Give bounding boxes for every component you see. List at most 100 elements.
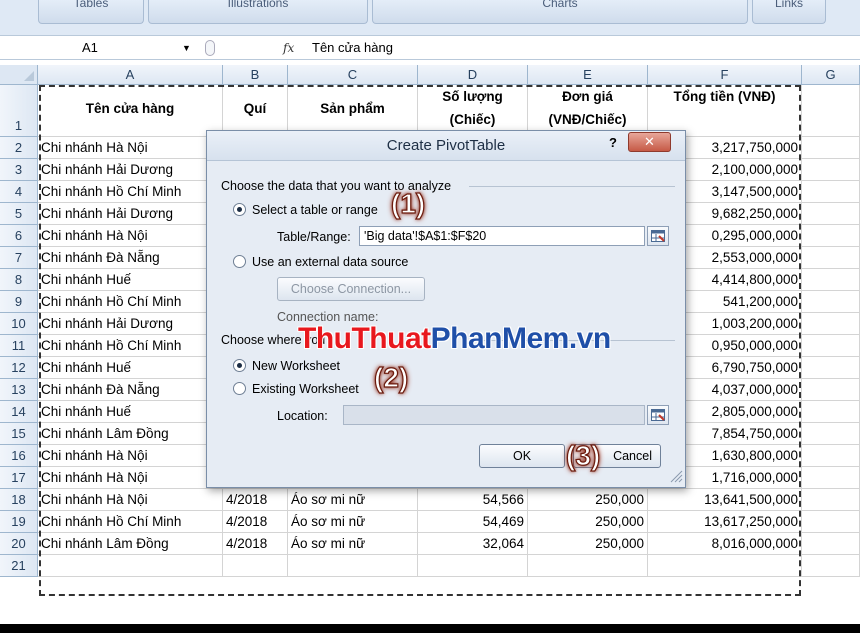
column-header[interactable]: E	[528, 65, 648, 85]
column-header[interactable]: D	[418, 65, 528, 85]
cell[interactable]	[802, 511, 860, 533]
cell-price[interactable]: 250,000	[528, 533, 648, 555]
row-header[interactable]: 7	[0, 247, 38, 269]
cell-product[interactable]: Áo sơ mi nữ	[288, 533, 418, 555]
close-button[interactable]: ✕	[628, 132, 671, 152]
cell[interactable]	[648, 555, 802, 577]
cell-store[interactable]: Chi nhánh Hà Nội	[38, 467, 223, 489]
row-header[interactable]: 17	[0, 467, 38, 489]
cell-store[interactable]: Chi nhánh Hải Dương	[38, 313, 223, 335]
cell[interactable]	[802, 489, 860, 511]
cell[interactable]	[802, 269, 860, 291]
help-icon[interactable]: ?	[609, 135, 617, 150]
cell[interactable]	[802, 181, 860, 203]
cell-store[interactable]: Chi nhánh Huế	[38, 357, 223, 379]
cell[interactable]	[802, 225, 860, 247]
cell-store[interactable]: Chi nhánh Huế	[38, 401, 223, 423]
choose-connection-button[interactable]: Choose Connection...	[277, 277, 425, 301]
cell-store[interactable]: Chi nhánh Đà Nẵng	[38, 379, 223, 401]
cell-store[interactable]: Chi nhánh Hồ Chí Minh	[38, 335, 223, 357]
row-header[interactable]: 8	[0, 269, 38, 291]
cell-product[interactable]: Áo sơ mi nữ	[288, 489, 418, 511]
cell-store[interactable]: Chi nhánh Hải Dương	[38, 159, 223, 181]
name-box[interactable]: A1	[38, 39, 200, 57]
cell[interactable]	[802, 247, 860, 269]
cell[interactable]	[802, 159, 860, 181]
cell-quantity[interactable]: 54,469	[418, 511, 528, 533]
cell-total[interactable]: 13,617,250,000	[648, 511, 802, 533]
row-header[interactable]: 9	[0, 291, 38, 313]
cell-store[interactable]: Chi nhánh Hồ Chí Minh	[38, 511, 223, 533]
cell-store[interactable]: Chi nhánh Huế	[38, 269, 223, 291]
cell-store[interactable]: Chi nhánh Đà Nẵng	[38, 247, 223, 269]
column-header[interactable]: F	[648, 65, 802, 85]
column-header[interactable]: C	[288, 65, 418, 85]
cell[interactable]	[802, 137, 860, 159]
cell-store[interactable]: Chi nhánh Hà Nội	[38, 137, 223, 159]
header-cell[interactable]: Tên cửa hàng	[38, 85, 223, 137]
ribbon-group-charts[interactable]: Charts	[372, 0, 748, 24]
radio-existing-worksheet[interactable]	[233, 382, 246, 395]
cell[interactable]	[223, 555, 288, 577]
cell-price[interactable]: 250,000	[528, 511, 648, 533]
cell[interactable]	[802, 467, 860, 489]
cell[interactable]	[418, 555, 528, 577]
row-header[interactable]: 13	[0, 379, 38, 401]
label-existing-worksheet[interactable]: Existing Worksheet	[252, 381, 359, 397]
cell[interactable]	[38, 555, 223, 577]
insert-function-icon[interactable]: fx	[283, 39, 294, 57]
row-header[interactable]: 19	[0, 511, 38, 533]
row-header[interactable]: 10	[0, 313, 38, 335]
cell-store[interactable]: Chi nhánh Hà Nội	[38, 225, 223, 247]
cell-store[interactable]: Chi nhánh Hà Nội	[38, 489, 223, 511]
row-header[interactable]: 4	[0, 181, 38, 203]
cell[interactable]	[802, 85, 860, 137]
cell-quarter[interactable]: 4/2018	[223, 511, 288, 533]
row-header[interactable]: 11	[0, 335, 38, 357]
radio-external-source[interactable]	[233, 255, 246, 268]
label-select-table[interactable]: Select a table or range	[252, 202, 378, 218]
row-header[interactable]: 16	[0, 445, 38, 467]
cell[interactable]	[802, 445, 860, 467]
formula-bar-splitter[interactable]	[205, 40, 215, 56]
cell-store[interactable]: Chi nhánh Hồ Chí Minh	[38, 181, 223, 203]
ribbon-group-links[interactable]: Links	[752, 0, 826, 24]
column-header[interactable]: B	[223, 65, 288, 85]
cell-product[interactable]: Áo sơ mi nữ	[288, 511, 418, 533]
cell-store[interactable]: Chi nhánh Hải Dương	[38, 203, 223, 225]
resize-grip-icon[interactable]	[669, 469, 683, 483]
range-picker-button[interactable]	[647, 226, 669, 246]
table-range-input[interactable]: 'Big data'!$A$1:$F$20	[359, 226, 645, 246]
chevron-down-icon[interactable]: ▼	[182, 39, 191, 57]
row-header[interactable]: 21	[0, 555, 38, 577]
row-header[interactable]: 20	[0, 533, 38, 555]
cell[interactable]	[802, 203, 860, 225]
cell-store[interactable]: Chi nhánh Lâm Đồng	[38, 423, 223, 445]
location-picker-button[interactable]	[647, 405, 669, 425]
row-header[interactable]: 6	[0, 225, 38, 247]
cell[interactable]	[802, 555, 860, 577]
cell-quarter[interactable]: 4/2018	[223, 489, 288, 511]
label-external-source[interactable]: Use an external data source	[252, 254, 408, 270]
cell[interactable]	[802, 379, 860, 401]
cell[interactable]	[802, 357, 860, 379]
cell-price[interactable]: 250,000	[528, 489, 648, 511]
row-header[interactable]: 2	[0, 137, 38, 159]
cell-quarter[interactable]: 4/2018	[223, 533, 288, 555]
label-new-worksheet[interactable]: New Worksheet	[252, 358, 340, 374]
row-header[interactable]: 15	[0, 423, 38, 445]
cell[interactable]	[528, 555, 648, 577]
column-header[interactable]: A	[38, 65, 223, 85]
cell-store[interactable]: Chi nhánh Hồ Chí Minh	[38, 291, 223, 313]
radio-new-worksheet[interactable]	[233, 359, 246, 372]
ribbon-group-illustrations[interactable]: Illustrations	[148, 0, 368, 24]
cell-total[interactable]: 13,641,500,000	[648, 489, 802, 511]
column-header[interactable]: G	[802, 65, 860, 85]
cell[interactable]	[802, 401, 860, 423]
row-header[interactable]: 12	[0, 357, 38, 379]
cell-total[interactable]: 8,016,000,000	[648, 533, 802, 555]
row-header[interactable]: 3	[0, 159, 38, 181]
row-header[interactable]: 18	[0, 489, 38, 511]
ok-button[interactable]: OK	[479, 444, 565, 468]
cell-quantity[interactable]: 54,566	[418, 489, 528, 511]
